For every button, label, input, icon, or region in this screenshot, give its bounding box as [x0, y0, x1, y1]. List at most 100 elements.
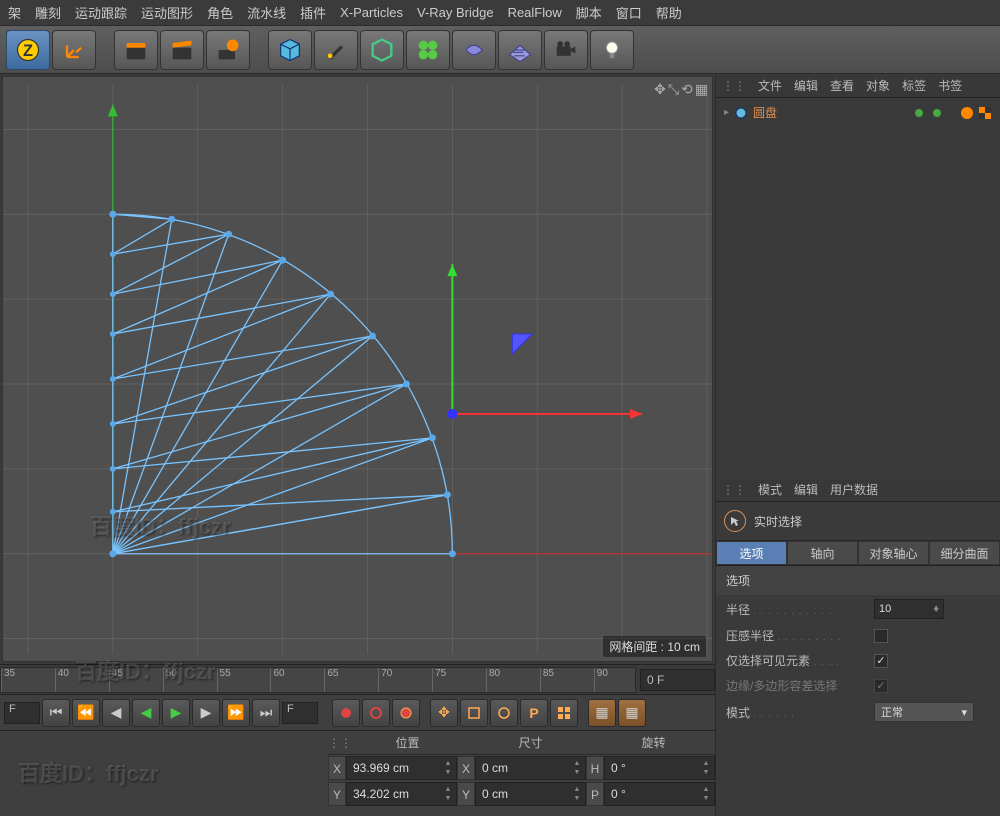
- scale-key-button[interactable]: [460, 699, 488, 727]
- tolerance-checkbox[interactable]: ✓: [874, 679, 888, 693]
- am-edit[interactable]: 编辑: [794, 481, 818, 498]
- array-button[interactable]: [406, 30, 450, 70]
- menu-流水线[interactable]: 流水线: [247, 3, 286, 22]
- tick: 35: [1, 668, 15, 692]
- size-X[interactable]: 0 cm▲▼: [475, 756, 586, 780]
- om-tag[interactable]: 标签: [902, 77, 926, 94]
- expand-icon[interactable]: ▸: [724, 107, 729, 118]
- menu-RealFlow[interactable]: RealFlow: [508, 5, 562, 20]
- frame-in[interactable]: F: [4, 702, 40, 724]
- next-key-button[interactable]: ⏩: [222, 699, 250, 727]
- mode-select[interactable]: 正常▾: [874, 702, 974, 722]
- menu-帮助[interactable]: 帮助: [656, 3, 682, 22]
- light-button[interactable]: [590, 30, 634, 70]
- menu-雕刻[interactable]: 雕刻: [35, 3, 61, 22]
- timeline-ruler[interactable]: 354045505560657075808590: [0, 667, 636, 693]
- go-start-button[interactable]: ⏮: [42, 699, 70, 727]
- undo-button[interactable]: Z: [6, 30, 50, 70]
- clapper2-button[interactable]: [160, 30, 204, 70]
- vis-render-icon[interactable]: [930, 106, 944, 120]
- tag-tex-icon[interactable]: [978, 106, 992, 120]
- rot-H[interactable]: 0 °▲▼: [604, 756, 715, 780]
- autokey-button[interactable]: [362, 699, 390, 727]
- section-options: 选项: [716, 566, 1000, 595]
- play-back-button[interactable]: ◀: [132, 699, 160, 727]
- visible-checkbox[interactable]: ✓: [874, 654, 888, 668]
- pos-Y[interactable]: 34.202 cm▲▼: [346, 782, 457, 806]
- pressure-checkbox[interactable]: [874, 629, 888, 643]
- pen-spline-button[interactable]: [314, 30, 358, 70]
- menu-脚本[interactable]: 脚本: [576, 3, 602, 22]
- pos-key-button[interactable]: ✥: [430, 699, 458, 727]
- menu-运动图形[interactable]: 运动图形: [141, 3, 193, 22]
- svg-text:Z: Z: [23, 41, 33, 59]
- object-manager-head: ⋮⋮ 文件 编辑 查看 对象 标签 书签: [716, 74, 1000, 98]
- tick: 40: [55, 668, 69, 692]
- tag-phong-icon[interactable]: [960, 106, 974, 120]
- om-file[interactable]: 文件: [758, 77, 782, 94]
- tick: 70: [378, 668, 392, 692]
- record-button[interactable]: [332, 699, 360, 727]
- vp-layout-icon[interactable]: ▦: [695, 81, 708, 98]
- menu-角色[interactable]: 角色: [207, 3, 233, 22]
- axis-button[interactable]: [52, 30, 96, 70]
- object-row[interactable]: ▸ 圆盘: [720, 102, 996, 123]
- vp-zoom-icon[interactable]: ⤡: [668, 81, 679, 98]
- clapper1-button[interactable]: [114, 30, 158, 70]
- size-Y[interactable]: 0 cm▲▼: [475, 782, 586, 806]
- main-toolbar: Z: [0, 26, 1000, 74]
- menu-架[interactable]: 架: [8, 3, 21, 22]
- next-frame-button[interactable]: ▶: [192, 699, 220, 727]
- am-mode[interactable]: 模式: [758, 481, 782, 498]
- current-frame[interactable]: 0 F: [640, 669, 715, 691]
- object-name[interactable]: 圆盘: [753, 104, 777, 121]
- menu-运动跟踪[interactable]: 运动跟踪: [75, 3, 127, 22]
- keyframe-button[interactable]: [392, 699, 420, 727]
- frame-out[interactable]: F: [282, 702, 318, 724]
- menu-插件[interactable]: 插件: [300, 3, 326, 22]
- menu-X-Particles[interactable]: X-Particles: [340, 5, 403, 20]
- param-key-button[interactable]: P: [520, 699, 548, 727]
- render-view-button[interactable]: ▦: [588, 699, 616, 727]
- vis-editor-icon[interactable]: [912, 106, 926, 120]
- clapper-gear-button[interactable]: [206, 30, 250, 70]
- tab-options[interactable]: 选项: [716, 541, 787, 565]
- menu-bar: 架雕刻运动跟踪运动图形角色流水线插件 X-Particles V-Ray Bridg…: [0, 0, 1000, 26]
- radius-field[interactable]: 10♦: [874, 599, 944, 619]
- tool-name: 实时选择: [754, 513, 802, 530]
- om-object[interactable]: 对象: [866, 77, 890, 94]
- pos-X[interactable]: 93.969 cm▲▼: [346, 756, 457, 780]
- cube-primitive-button[interactable]: [268, 30, 312, 70]
- render-pv-button[interactable]: ▦: [618, 699, 646, 727]
- menu-窗口[interactable]: 窗口: [616, 3, 642, 22]
- coordinate-panel: ⋮⋮ 位置 尺寸 旋转 X93.969 cm▲▼X0 cm▲▼H0 °▲▼Y34…: [0, 730, 715, 816]
- menu-V-Ray Bridge[interactable]: V-Ray Bridge: [417, 5, 494, 20]
- tab-sds[interactable]: 细分曲面: [929, 541, 1000, 565]
- vp-move-icon[interactable]: ✥: [654, 81, 666, 98]
- camera-button[interactable]: [544, 30, 588, 70]
- tick: 75: [432, 668, 446, 692]
- viewport[interactable]: ✥ ⤡ ⟲ ▦: [2, 76, 713, 662]
- floor-button[interactable]: [498, 30, 542, 70]
- disc-icon: [733, 105, 749, 121]
- om-edit[interactable]: 编辑: [794, 77, 818, 94]
- prev-frame-button[interactable]: ◀: [102, 699, 130, 727]
- go-end-button[interactable]: ⏭: [252, 699, 280, 727]
- viewport-status: 网格间距 : 10 cm: [603, 636, 706, 657]
- rot-key-button[interactable]: [490, 699, 518, 727]
- deformer-button[interactable]: [452, 30, 496, 70]
- nurbs-button[interactable]: [360, 30, 404, 70]
- attribute-manager-head: ⋮⋮ 模式 编辑 用户数据: [716, 478, 1000, 502]
- prev-key-button[interactable]: ⏪: [72, 699, 100, 727]
- timeline[interactable]: 354045505560657075808590 0 F: [0, 664, 715, 694]
- am-userdata[interactable]: 用户数据: [830, 481, 878, 498]
- tab-objaxis[interactable]: 对象轴心: [858, 541, 929, 565]
- om-view[interactable]: 查看: [830, 77, 854, 94]
- rot-P[interactable]: 0 °▲▼: [604, 782, 715, 806]
- om-bookmark[interactable]: 书签: [938, 77, 962, 94]
- vp-rotate-icon[interactable]: ⟲: [681, 81, 693, 98]
- object-tree[interactable]: ▸ 圆盘: [716, 98, 1000, 478]
- play-button[interactable]: ▶: [162, 699, 190, 727]
- tab-axis[interactable]: 轴向: [787, 541, 858, 565]
- pla-key-button[interactable]: [550, 699, 578, 727]
